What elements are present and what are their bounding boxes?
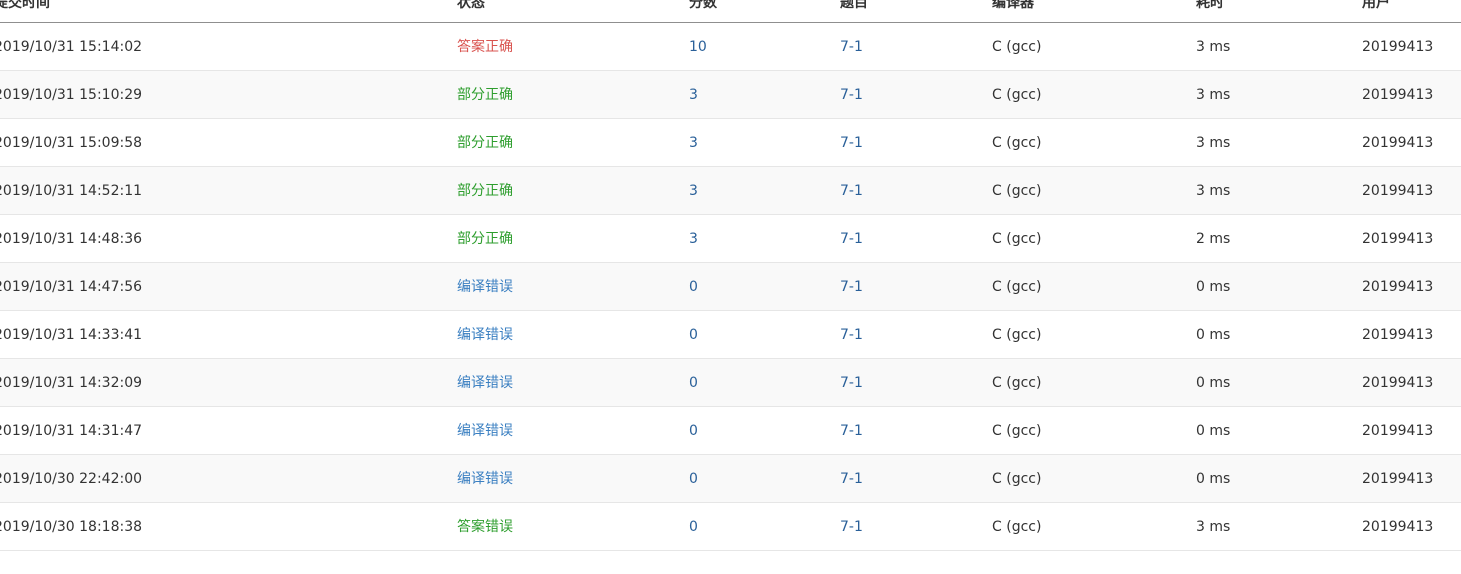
problem-link[interactable]: 7-1 <box>840 279 863 295</box>
status-link[interactable]: 编译错误 <box>457 327 513 343</box>
status-link[interactable]: 部分正确 <box>457 231 513 247</box>
header-compiler[interactable]: 编译器 <box>992 0 1034 12</box>
score-link[interactable]: 0 <box>689 519 698 535</box>
table-row: 2019/10/31 15:14:02 答案正确 10 7-1 C (gcc) 3 ms 2… <box>0 23 1461 71</box>
time-cost-cell: 0 ms <box>1196 279 1231 295</box>
score-link[interactable]: 0 <box>689 423 698 439</box>
compiler-cell: C (gcc) <box>992 231 1042 247</box>
submit-time-cell: 2019/10/31 14:47:56 <box>0 279 143 295</box>
user-cell: 20199413 <box>1362 231 1434 247</box>
compiler-cell: C (gcc) <box>992 471 1042 487</box>
table-row: 2019/10/31 14:47:56 编译错误 0 7-1 C (gcc) 0 ms 20… <box>0 263 1461 311</box>
problem-link[interactable]: 7-1 <box>840 231 863 247</box>
table-row: 2019/10/31 14:52:11 部分正确 3 7-1 C (gcc) 3 ms 20… <box>0 167 1461 215</box>
problem-link[interactable]: 7-1 <box>840 135 863 151</box>
status-link[interactable]: 部分正确 <box>457 87 513 103</box>
score-link[interactable]: 0 <box>689 471 698 487</box>
problem-link[interactable]: 7-1 <box>840 87 863 103</box>
compiler-cell: C (gcc) <box>992 87 1042 103</box>
status-link[interactable]: 编译错误 <box>457 423 513 439</box>
problem-link[interactable]: 7-1 <box>840 375 863 391</box>
header-user[interactable]: 用户 <box>1362 0 1390 12</box>
score-link[interactable]: 10 <box>689 39 707 55</box>
header-problem[interactable]: 题目 <box>840 0 868 12</box>
compiler-cell: C (gcc) <box>992 327 1042 343</box>
time-cost-cell: 3 ms <box>1196 183 1231 199</box>
user-cell: 20199413 <box>1362 135 1434 151</box>
compiler-cell: C (gcc) <box>992 519 1042 535</box>
time-cost-cell: 3 ms <box>1196 519 1231 535</box>
submit-time-cell: 2019/10/31 14:32:09 <box>0 375 143 391</box>
table-row: 2019/10/30 22:42:00 编译错误 0 7-1 C (gcc) 0 ms 20… <box>0 455 1461 503</box>
score-link[interactable]: 0 <box>689 327 698 343</box>
compiler-cell: C (gcc) <box>992 423 1042 439</box>
table-body: 2019/10/31 15:14:02 答案正确 10 7-1 C (gcc) 3 ms 2… <box>0 23 1461 551</box>
status-link[interactable]: 部分正确 <box>457 135 513 151</box>
submit-time-cell: 2019/10/31 14:52:11 <box>0 183 143 199</box>
table-row: 2019/10/31 14:33:41 编译错误 0 7-1 C (gcc) 0 ms 20… <box>0 311 1461 359</box>
time-cost-cell: 0 ms <box>1196 327 1231 343</box>
status-link[interactable]: 编译错误 <box>457 471 513 487</box>
compiler-cell: C (gcc) <box>992 375 1042 391</box>
table-row: 2019/10/31 14:31:47 编译错误 0 7-1 C (gcc) 0 ms 20… <box>0 407 1461 455</box>
score-link[interactable]: 3 <box>689 231 698 247</box>
time-cost-cell: 0 ms <box>1196 423 1231 439</box>
time-cost-cell: 2 ms <box>1196 231 1231 247</box>
status-link[interactable]: 部分正确 <box>457 183 513 199</box>
problem-link[interactable]: 7-1 <box>840 39 863 55</box>
compiler-cell: C (gcc) <box>992 135 1042 151</box>
header-score[interactable]: 分数 <box>689 0 717 12</box>
user-cell: 20199413 <box>1362 519 1434 535</box>
table-row: 2019/10/30 18:18:38 答案错误 0 7-1 C (gcc) 3 ms 20… <box>0 503 1461 551</box>
user-cell: 20199413 <box>1362 471 1434 487</box>
submit-time-cell: 2019/10/31 15:10:29 <box>0 87 143 103</box>
user-cell: 20199413 <box>1362 423 1434 439</box>
table-row: 2019/10/31 15:09:58 部分正确 3 7-1 C (gcc) 3 ms 20… <box>0 119 1461 167</box>
score-link[interactable]: 3 <box>689 135 698 151</box>
user-cell: 20199413 <box>1362 39 1434 55</box>
status-link[interactable]: 答案正确 <box>457 39 513 55</box>
submit-time-cell: 2019/10/30 18:18:38 <box>0 519 143 535</box>
score-link[interactable]: 0 <box>689 375 698 391</box>
score-link[interactable]: 3 <box>689 87 698 103</box>
submit-time-cell: 2019/10/31 14:48:36 <box>0 231 143 247</box>
submit-time-cell: 2019/10/31 15:14:02 <box>0 39 143 55</box>
table-row: 2019/10/31 14:32:09 编译错误 0 7-1 C (gcc) 0 ms 20… <box>0 359 1461 407</box>
user-cell: 20199413 <box>1362 327 1434 343</box>
status-link[interactable]: 编译错误 <box>457 279 513 295</box>
problem-link[interactable]: 7-1 <box>840 519 863 535</box>
user-cell: 20199413 <box>1362 183 1434 199</box>
table-row: 2019/10/31 15:10:29 部分正确 3 7-1 C (gcc) 3 ms 20… <box>0 71 1461 119</box>
submit-time-cell: 2019/10/31 14:33:41 <box>0 327 143 343</box>
score-link[interactable]: 0 <box>689 279 698 295</box>
status-link[interactable]: 编译错误 <box>457 375 513 391</box>
time-cost-cell: 0 ms <box>1196 375 1231 391</box>
problem-link[interactable]: 7-1 <box>840 423 863 439</box>
user-cell: 20199413 <box>1362 279 1434 295</box>
compiler-cell: C (gcc) <box>992 183 1042 199</box>
time-cost-cell: 0 ms <box>1196 471 1231 487</box>
table-row: 2019/10/31 14:48:36 部分正确 3 7-1 C (gcc) 2 ms 20… <box>0 215 1461 263</box>
score-link[interactable]: 3 <box>689 183 698 199</box>
compiler-cell: C (gcc) <box>992 279 1042 295</box>
submit-time-cell: 2019/10/30 22:42:00 <box>0 471 143 487</box>
problem-link[interactable]: 7-1 <box>840 327 863 343</box>
header-submit-time[interactable]: 提交时间 <box>0 0 50 12</box>
header-time-cost[interactable]: 耗时 <box>1196 0 1224 12</box>
time-cost-cell: 3 ms <box>1196 87 1231 103</box>
user-cell: 20199413 <box>1362 87 1434 103</box>
submissions-table: 提交时间 状态 分数 题目 编译器 耗时 用户 2019/10/31 15:14… <box>0 0 1461 551</box>
header-status[interactable]: 状态 <box>457 0 485 12</box>
submit-time-cell: 2019/10/31 15:09:58 <box>0 135 143 151</box>
compiler-cell: C (gcc) <box>992 39 1042 55</box>
submit-time-cell: 2019/10/31 14:31:47 <box>0 423 143 439</box>
problem-link[interactable]: 7-1 <box>840 471 863 487</box>
time-cost-cell: 3 ms <box>1196 39 1231 55</box>
user-cell: 20199413 <box>1362 375 1434 391</box>
problem-link[interactable]: 7-1 <box>840 183 863 199</box>
table-header: 提交时间 状态 分数 题目 编译器 耗时 用户 <box>0 0 1461 23</box>
status-link[interactable]: 答案错误 <box>457 519 513 535</box>
time-cost-cell: 3 ms <box>1196 135 1231 151</box>
